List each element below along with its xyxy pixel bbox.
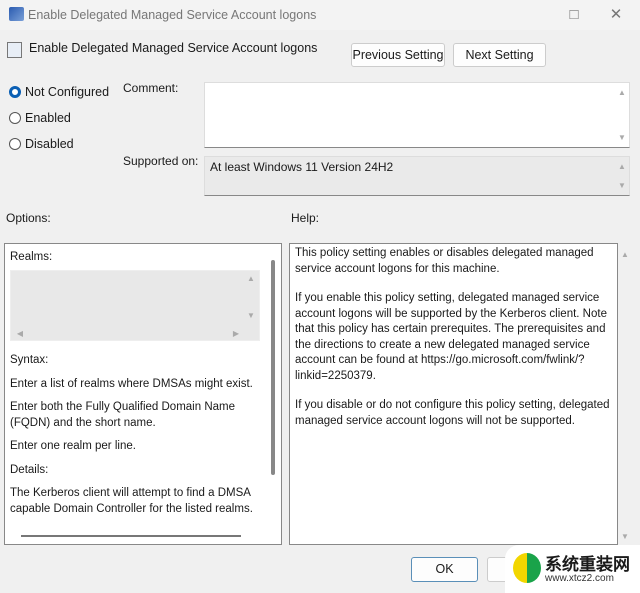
- supported-value: At least Windows 11 Version 24H2: [210, 160, 394, 174]
- scroll-down-icon[interactable]: ▼: [244, 311, 258, 320]
- next-setting-button[interactable]: Next Setting: [453, 43, 546, 67]
- radio-label: Not Configured: [25, 85, 110, 99]
- scroll-down-icon[interactable]: ▼: [618, 532, 632, 541]
- options-label: Options:: [6, 211, 51, 225]
- comment-input[interactable]: ▲ ▼: [204, 82, 630, 148]
- radio-icon: [9, 138, 21, 150]
- supported-label: Supported on:: [123, 154, 199, 168]
- policy-title: Enable Delegated Managed Service Account…: [29, 41, 318, 55]
- radio-enabled[interactable]: Enabled: [9, 111, 71, 125]
- radio-icon: [9, 112, 21, 124]
- scroll-right-icon[interactable]: ▶: [229, 329, 243, 338]
- scroll-up-icon[interactable]: ▲: [615, 88, 629, 97]
- help-text: This policy setting enables or disables …: [295, 247, 610, 427]
- comment-label: Comment:: [123, 81, 179, 95]
- previous-setting-button[interactable]: Previous Setting: [351, 43, 445, 67]
- watermark-logo: 系统重装网 www.xtcz2.com: [505, 545, 640, 593]
- radio-label: Enabled: [25, 111, 71, 125]
- scroll-down-icon[interactable]: ▼: [615, 181, 629, 190]
- title-bar: Enable Delegated Managed Service Account…: [0, 0, 640, 30]
- scroll-up-icon[interactable]: ▲: [244, 274, 258, 283]
- ok-button[interactable]: OK: [411, 557, 478, 582]
- radio-not-configured[interactable]: Not Configured: [9, 85, 109, 99]
- help-panel: This policy setting enables or disables …: [289, 243, 618, 545]
- radio-label: Disabled: [25, 137, 74, 151]
- radio-disabled[interactable]: Disabled: [9, 137, 74, 151]
- options-text: Syntax: Enter a list of realms where DMS…: [10, 354, 253, 515]
- realms-label: Realms:: [10, 251, 53, 263]
- app-icon: [9, 7, 24, 21]
- options-vscroll-thumb[interactable]: [271, 260, 275, 475]
- options-hscroll-thumb[interactable]: [21, 535, 241, 537]
- scroll-up-icon[interactable]: ▲: [618, 250, 632, 259]
- watermark-icon: [513, 553, 541, 583]
- scroll-left-icon[interactable]: ◀: [13, 329, 27, 338]
- realms-listbox[interactable]: ▲ ▼ ◀ ▶: [10, 270, 260, 341]
- help-label: Help:: [291, 211, 320, 225]
- policy-icon: [7, 42, 22, 58]
- supported-field: At least Windows 11 Version 24H2 ▲ ▼: [204, 156, 630, 196]
- window-title: Enable Delegated Managed Service Account…: [28, 8, 317, 22]
- scroll-up-icon[interactable]: ▲: [615, 162, 629, 171]
- options-panel[interactable]: Realms: ▲ ▼ ◀ ▶ Syntax: Enter a list of …: [4, 243, 282, 545]
- maximize-button[interactable]: □: [559, 4, 589, 26]
- scroll-down-icon[interactable]: ▼: [615, 133, 629, 142]
- close-button[interactable]: ✕: [601, 4, 631, 26]
- radio-selected-icon: [9, 86, 21, 98]
